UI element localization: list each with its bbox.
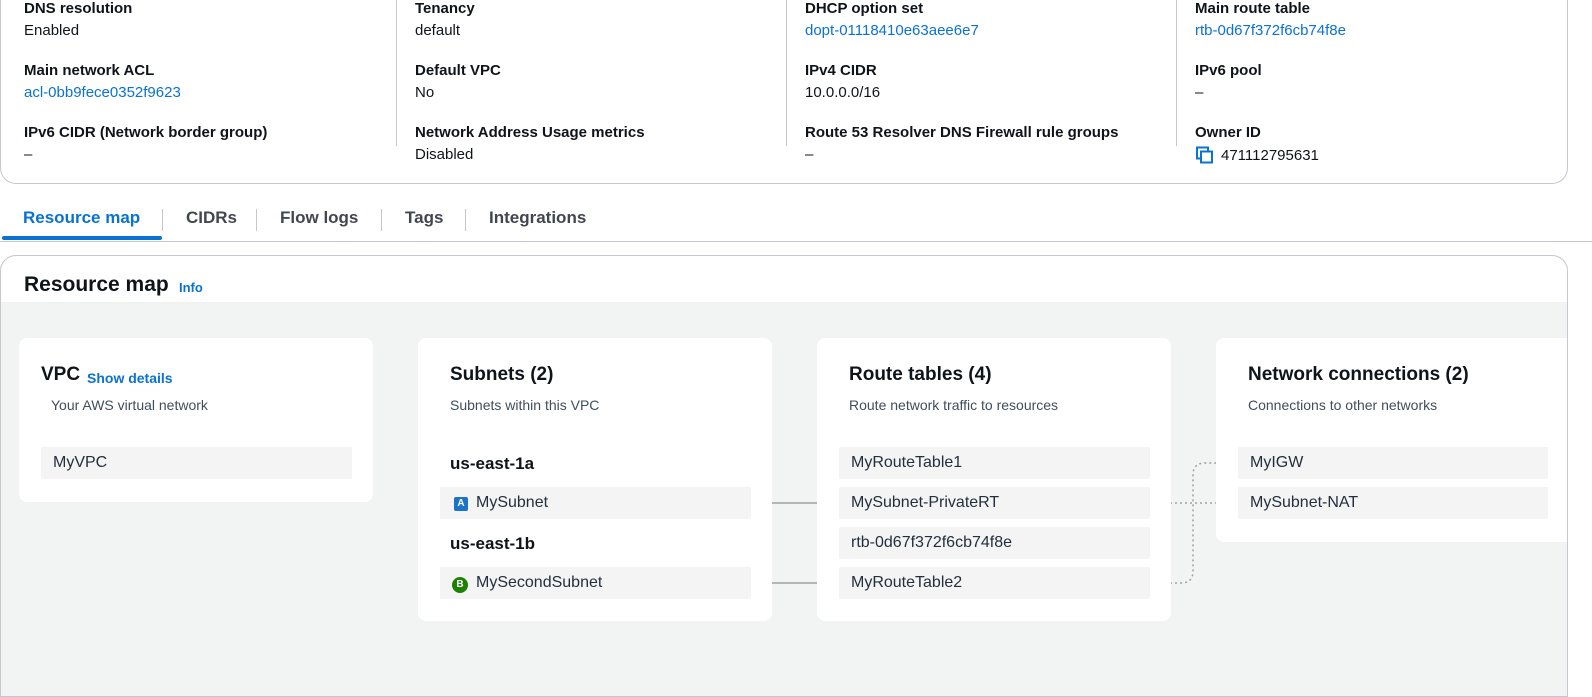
network-connections-card-title: Network connections (2) [1248,364,1469,385]
owner-id-field: Owner ID 471112795631 [1195,124,1319,169]
network-connections-card-subtitle: Connections to other networks [1248,397,1438,413]
field-value: – [1195,84,1204,101]
field-label: IPv4 CIDR [805,62,877,79]
route-tables-card-subtitle: Route network traffic to resources [849,397,1059,413]
route-table-item[interactable]: MyRouteTable1 [839,447,1150,479]
tab-resource-map[interactable]: Resource map [23,208,140,228]
field-value: – [24,146,33,163]
subnets-card-subtitle: Subnets within this VPC [450,397,600,413]
az-label-us-east-1a: us-east-1a [450,454,535,473]
subnet-item-mysecondsubnet[interactable]: B MySecondSubnet [440,567,751,599]
details-column-2: Tenancy default Default VPC No Network A… [415,0,787,163]
tenancy-field: Tenancy default [415,0,475,40]
copy-icon[interactable] [1195,146,1215,169]
field-label: DHCP option set [805,0,924,17]
dhcp-option-set-link[interactable]: dopt-01118410e63aee6e7 [805,22,979,40]
field-label: Tenancy [415,0,475,17]
vpc-details-panel: DNS resolution Enabled Main network ACL … [0,0,1568,184]
active-tab-indicator [2,236,162,240]
route53-firewall-field: Route 53 Resolver DNS Firewall rule grou… [805,124,1118,164]
route-tables-card: Route tables (4) Route network traffic t… [817,338,1171,621]
tab-integrations[interactable]: Integrations [489,208,586,228]
dns-resolution-field: DNS resolution Enabled [24,0,132,40]
field-label: Main network ACL [24,62,155,79]
main-network-acl-field: Main network ACL acl-0bb9fece0352f9623 [24,62,181,102]
vpc-card-subtitle: Your AWS virtual network [51,397,208,413]
route-table-item[interactable]: MySubnet-PrivateRT [839,487,1150,519]
ipv6-pool-field: IPv6 pool – [1195,62,1262,102]
network-connection-item[interactable]: MySubnet-NAT [1238,487,1548,519]
tab-separator [465,209,466,231]
details-column-3: DHCP option set dopt-01118410e63aee6e7 I… [805,0,1177,163]
subnets-card-title: Subnets (2) [450,364,554,385]
field-value: No [415,84,435,101]
main-network-acl-link[interactable]: acl-0bb9fece0352f9623 [24,84,181,102]
field-label: Owner ID [1195,124,1261,141]
tab-separator [256,209,257,231]
az-a-badge-icon: A [454,497,468,511]
tab-separator [381,209,382,231]
tab-flow-logs[interactable]: Flow logs [280,208,358,228]
field-value: default [415,22,461,39]
field-label: IPv6 CIDR (Network border group) [24,124,268,141]
ipv6-cidr-field: IPv6 CIDR (Network border group) – [24,124,267,164]
show-details-link[interactable]: Show details [87,370,173,386]
column-divider [396,0,397,146]
details-column-4: Main route table rtb-0d67f372f6cb74f8e I… [1195,0,1567,164]
vpc-card: VPC Show details Your AWS virtual networ… [19,338,373,502]
subnets-card: Subnets (2) Subnets within this VPC us-e… [418,338,772,621]
subnet-item-mysubnet[interactable]: A MySubnet [440,487,751,519]
tab-cidrs[interactable]: CIDRs [186,208,237,228]
main-route-table-field: Main route table rtb-0d67f372f6cb74f8e [1195,0,1346,40]
route-table-item[interactable]: MyRouteTable2 [839,567,1150,599]
route-table-item[interactable]: rtb-0d67f372f6cb74f8e [839,527,1150,559]
tab-separator [162,209,163,231]
field-value: Disabled [415,146,474,163]
resource-map-container: Resource map Info VPC Show details Your … [0,255,1568,697]
field-label: Route 53 Resolver DNS Firewall rule grou… [805,124,1119,141]
owner-id-value: 471112795631 [1195,146,1319,169]
dhcp-option-set-field: DHCP option set dopt-01118410e63aee6e7 [805,0,979,40]
network-address-usage-field: Network Address Usage metrics Disabled [415,124,645,164]
field-label: IPv6 pool [1195,62,1262,79]
tab-tags[interactable]: Tags [405,208,443,228]
field-label: DNS resolution [24,0,133,17]
subnet-label: MySecondSubnet [476,574,603,591]
vpc-item-myvpc[interactable]: MyVPC [41,447,352,479]
info-link[interactable]: Info [179,280,203,295]
field-value: 10.0.0.0/16 [805,84,881,101]
network-connections-card: Network connections (2) Connections to o… [1216,338,1567,542]
vpc-card-title: VPC [41,364,81,385]
ipv4-cidr-field: IPv4 CIDR 10.0.0.0/16 [805,62,880,102]
field-label: Network Address Usage metrics [415,124,645,141]
subnet-label: MySubnet [476,494,549,511]
az-label-us-east-1b: us-east-1b [450,534,536,553]
resource-map-canvas: VPC Show details Your AWS virtual networ… [1,302,1567,696]
resource-map-title: Resource map [24,273,169,296]
details-column-1: DNS resolution Enabled Main network ACL … [24,0,396,163]
default-vpc-field: Default VPC No [415,62,501,102]
az-b-badge-icon: B [452,577,468,593]
field-label: Main route table [1195,0,1311,17]
owner-id-text: 471112795631 [1221,147,1319,164]
field-value: – [805,146,814,163]
tab-bar: Resource map CIDRs Flow logs Tags Integr… [0,200,1592,242]
route-tables-card-title: Route tables (4) [849,364,992,385]
network-connection-item[interactable]: MyIGW [1238,447,1548,479]
field-label: Default VPC [415,62,501,79]
field-value: Enabled [24,22,80,39]
main-route-table-link[interactable]: rtb-0d67f372f6cb74f8e [1195,22,1346,40]
